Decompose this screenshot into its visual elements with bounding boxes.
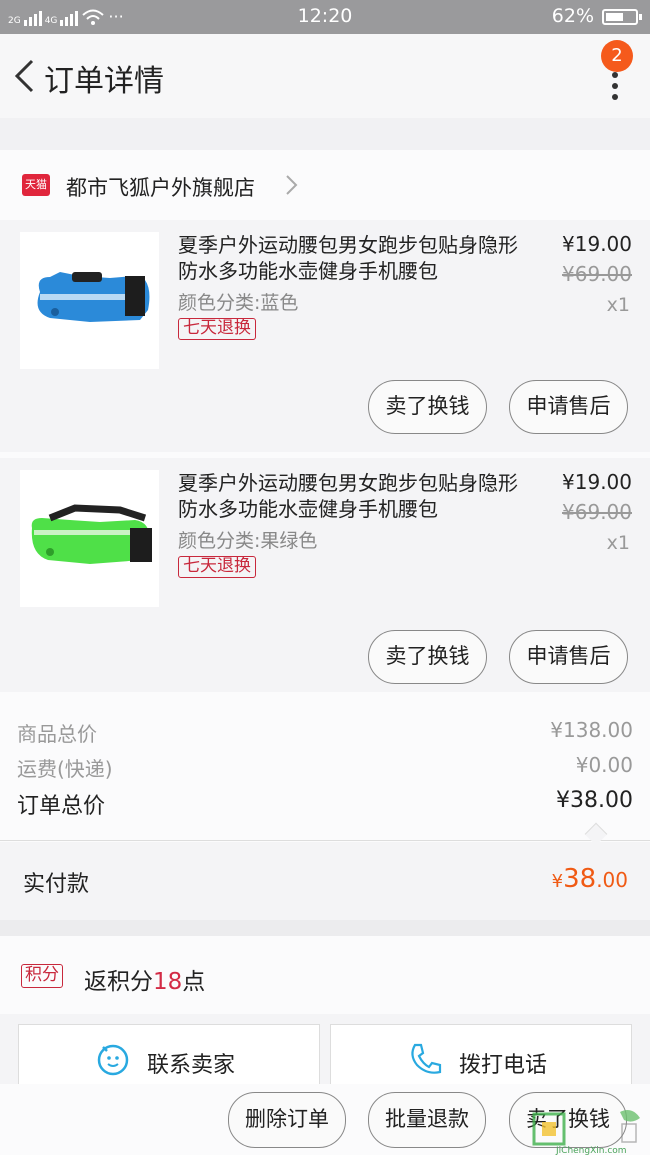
- shop-name: 都市飞狐户外旗舰店: [66, 176, 255, 200]
- product-price: ¥19.00: [562, 470, 632, 494]
- delete-order-button[interactable]: 删除订单: [228, 1092, 346, 1148]
- divider: [0, 920, 650, 936]
- order-total-value: ¥38.00: [556, 788, 633, 813]
- product-image[interactable]: [20, 232, 159, 369]
- actual-payment-row: 实付款 ¥38.00: [0, 842, 650, 920]
- order-total-row: 订单总价 ¥38.00: [17, 788, 633, 820]
- message-count-badge: 2: [601, 40, 633, 72]
- price-summary: 商品总价 ¥138.00 运费(快递) ¥0.00 订单总价 ¥38.00: [0, 692, 650, 846]
- phone-icon: [411, 1043, 442, 1074]
- more-menu-icon[interactable]: [610, 72, 620, 102]
- amount-integer: 38: [563, 864, 597, 894]
- shop-row[interactable]: 天猫 都市飞狐户外旗舰店: [0, 150, 650, 220]
- goods-total-row: 商品总价 ¥138.00: [17, 718, 633, 747]
- points-text: 返积分18点: [84, 962, 205, 996]
- shipping-row: 运费(快递) ¥0.00: [17, 753, 633, 782]
- contact-seller-label: 联系卖家: [147, 1053, 236, 1078]
- points-tag: 积分: [21, 964, 63, 988]
- divider: [0, 118, 650, 150]
- order-total-label: 订单总价: [17, 794, 106, 819]
- product-image[interactable]: [20, 470, 159, 607]
- goods-total-value: ¥138.00: [550, 718, 633, 742]
- header-bar: 订单详情 2: [0, 34, 650, 118]
- original-price: ¥69.00: [562, 500, 632, 524]
- divider: [0, 840, 650, 841]
- battery-percent: 62%: [551, 5, 594, 27]
- quantity: x1: [606, 294, 630, 316]
- actual-payment-amount: ¥38.00: [552, 864, 628, 894]
- apply-after-sale-button[interactable]: 申请售后: [509, 630, 628, 684]
- product-spec: 颜色分类:果绿色: [178, 530, 318, 552]
- battery-icon: [602, 9, 642, 25]
- battery-level: [606, 13, 623, 21]
- seven-day-return-badge: 七天退换: [178, 318, 256, 340]
- product-price: ¥19.00: [562, 232, 632, 256]
- amount-decimal: .00: [596, 868, 628, 892]
- points-prefix: 返积分: [84, 969, 153, 995]
- quantity: x1: [606, 532, 630, 554]
- product-title[interactable]: 夏季户外运动腰包男女跑步包贴身隐形防水多功能水壶健身手机腰包: [178, 470, 518, 522]
- currency-symbol: ¥: [551, 871, 564, 892]
- batch-refund-button[interactable]: 批量退款: [368, 1092, 486, 1148]
- watermark-logo: [532, 1110, 640, 1146]
- points-number: 18: [153, 969, 183, 995]
- seven-day-return-badge: 七天退换: [178, 556, 256, 578]
- page-title: 订单详情: [44, 64, 164, 99]
- apply-after-sale-button[interactable]: 申请售后: [509, 380, 628, 434]
- sell-for-cash-button[interactable]: 卖了换钱: [368, 380, 487, 434]
- chevron-right-icon: [286, 175, 298, 195]
- status-bar: 2G 4G ··· 12:20 62%: [0, 0, 650, 34]
- back-icon[interactable]: [12, 58, 36, 94]
- product-spec: 颜色分类:蓝色: [178, 292, 299, 314]
- watermark-text: JiChengXin.com: [556, 1146, 627, 1155]
- actual-payment-label: 实付款: [23, 872, 90, 897]
- shipping-label: 运费(快递): [17, 757, 113, 781]
- product-title[interactable]: 夏季户外运动腰包男女跑步包贴身隐形防水多功能水壶健身手机腰包: [178, 232, 518, 284]
- order-item[interactable]: 夏季户外运动腰包男女跑步包贴身隐形防水多功能水壶健身手机腰包 颜色分类:果绿色 …: [0, 458, 650, 692]
- chat-bubble-icon: [97, 1044, 129, 1076]
- shipping-value: ¥0.00: [575, 753, 633, 777]
- points-suffix: 点: [182, 969, 206, 995]
- goods-total-label: 商品总价: [17, 722, 97, 746]
- tmall-logo-icon: 天猫: [22, 174, 50, 196]
- sell-for-cash-button[interactable]: 卖了换钱: [368, 630, 487, 684]
- points-row: 积分 返积分18点: [0, 936, 650, 1014]
- original-price: ¥69.00: [562, 262, 632, 286]
- order-item[interactable]: 夏季户外运动腰包男女跑步包贴身隐形防水多功能水壶健身手机腰包 颜色分类:蓝色 七…: [0, 220, 650, 452]
- call-phone-label: 拨打电话: [459, 1053, 548, 1078]
